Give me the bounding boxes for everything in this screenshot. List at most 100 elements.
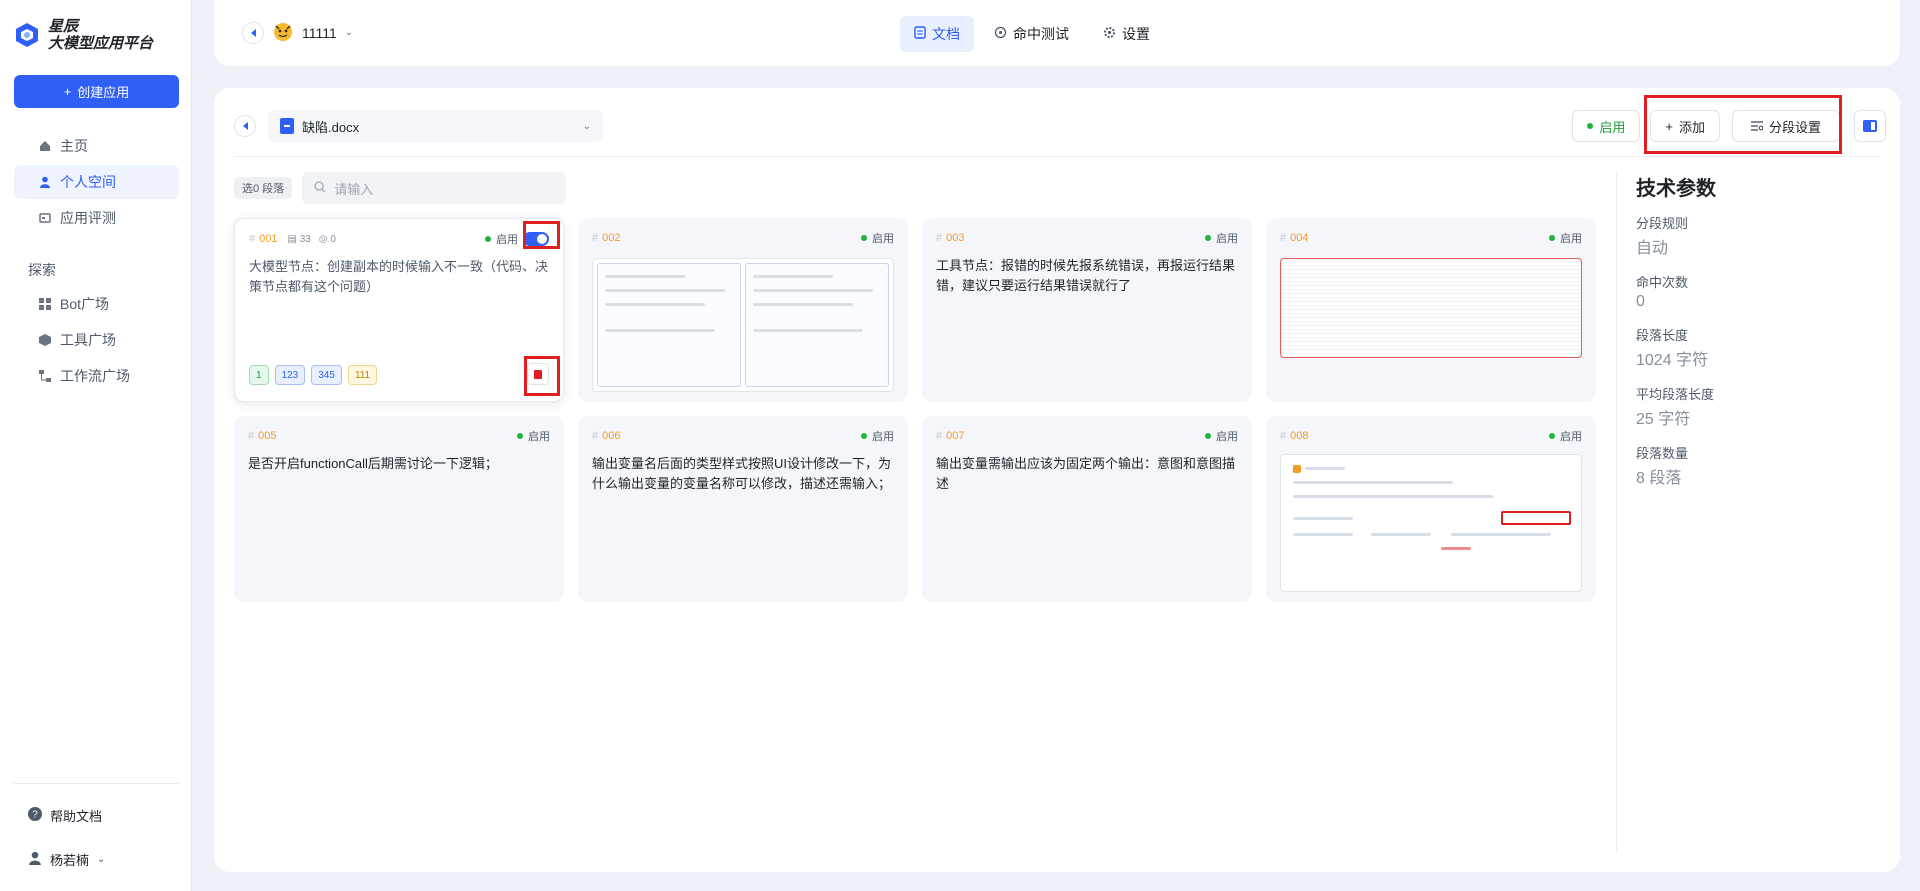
header: 11111 ⌄ 文档 命中测试 设置: [214, 0, 1900, 66]
param-label: 分段规则: [1636, 216, 1689, 231]
highlight-box: [524, 356, 560, 396]
create-app-button[interactable]: + 创建应用: [14, 75, 179, 108]
back-button[interactable]: [242, 21, 264, 44]
tab-settings[interactable]: 设置: [1089, 16, 1164, 52]
hash-icon: #: [936, 430, 943, 442]
keyword-tag: 111: [347, 365, 378, 385]
segment-id: 007: [946, 430, 965, 442]
segment-id: 001: [259, 233, 278, 245]
status-dot: [861, 433, 867, 439]
segment-card[interactable]: # 006 启用 输出变量名后面的类型样式按照UI设计修改一下，为什么输出变量的…: [578, 416, 908, 602]
status-dot: [1549, 433, 1555, 439]
sidebar-divider: [14, 783, 179, 784]
param-value: 8 段落: [1636, 470, 1682, 487]
segment-card[interactable]: # 001 ▤ 33 ◎ 0 启用 大模型节点：创建副本的时候输入不一致（代码、…: [234, 218, 564, 402]
status-dot: [1587, 123, 1594, 129]
hash-icon: #: [1280, 232, 1287, 244]
param-label: 段落长度: [1636, 328, 1689, 343]
status-dot: [1205, 235, 1211, 241]
segment-card[interactable]: # 008 启用: [1266, 416, 1596, 602]
segment-image: [1280, 258, 1582, 358]
search-input[interactable]: 请输入: [302, 172, 567, 204]
hit-count-value: 0: [330, 233, 336, 245]
document-icon: [914, 26, 926, 42]
evaluate-icon: [38, 211, 52, 225]
sidebar-item-workflow-square[interactable]: 工作流广场: [14, 359, 179, 393]
back-button[interactable]: [234, 115, 256, 137]
gear-icon: [1103, 26, 1116, 42]
sidebar-item-label: Bot广场: [60, 296, 110, 312]
param-value: 0: [1636, 293, 1645, 310]
brand-line1: 星辰: [48, 18, 79, 35]
segment-card[interactable]: # 007 启用 输出变量需输出应该为固定两个输出：意图和意图描述: [922, 416, 1252, 602]
plus-icon: +: [63, 84, 72, 99]
panel-toggle-button[interactable]: [1854, 110, 1886, 142]
enable-button[interactable]: 启用: [1572, 110, 1641, 142]
selected-count-badge: 选0 段落: [234, 177, 293, 199]
doc-icon: ▤: [287, 233, 297, 245]
keyword-tag: 1: [249, 365, 269, 385]
brand-line2: 大模型应用平台: [48, 35, 154, 52]
segment-text: 输出变量需输出应该为固定两个输出：意图和意图描述: [936, 456, 1236, 491]
status-dot: [485, 236, 491, 242]
help-label: 帮助文档: [50, 809, 103, 824]
hash-icon: #: [592, 430, 599, 442]
tab-label: 设置: [1122, 26, 1150, 42]
segment-id: 004: [1290, 232, 1309, 244]
back-icon: [250, 28, 256, 37]
hash-icon: #: [936, 232, 943, 244]
enable-label: 启用: [1599, 119, 1626, 135]
keyword-tag: 345: [311, 365, 342, 385]
create-app-label: 创建应用: [77, 85, 130, 100]
segment-card[interactable]: # 004 启用: [1266, 218, 1596, 402]
segment-id: 006: [602, 430, 621, 442]
app-name: 11111: [302, 24, 337, 41]
search-icon: [314, 180, 326, 196]
sidebar-item-label: 工具广场: [60, 332, 116, 348]
keyword-tag: 123: [274, 365, 306, 385]
status-dot: [1549, 235, 1555, 241]
param-value: 1024 字符: [1636, 352, 1709, 369]
sidebar-item-label: 工作流广场: [60, 368, 130, 384]
segment-id: 002: [602, 232, 621, 244]
segment-text: 输出变量名后面的类型样式按照UI设计修改一下，为什么输出变量的变量名称可以修改，…: [592, 456, 892, 491]
sidebar-item-bot-square[interactable]: Bot广场: [14, 287, 179, 321]
logo[interactable]: 星辰 大模型应用平台: [14, 18, 153, 52]
segment-id: 008: [1290, 430, 1309, 442]
segment-id: 005: [258, 430, 277, 442]
tab-documents[interactable]: 文档: [900, 16, 974, 52]
file-name: 缺陷.docx: [302, 119, 360, 135]
sidebar-item-tool-square[interactable]: 工具广场: [14, 323, 179, 357]
hash-icon: #: [592, 232, 599, 244]
segment-grid: # 001 ▤ 33 ◎ 0 启用 大模型节点：创建副本的时候输入不一致（代码、…: [234, 218, 1596, 602]
segment-image: [592, 258, 894, 392]
param-value: 自动: [1636, 240, 1669, 257]
sidebar-item-label: 主页: [60, 138, 88, 154]
tab-label: 命中测试: [1013, 26, 1069, 42]
sidebar-item-evaluate[interactable]: 应用评测: [14, 201, 179, 235]
status-label: 启用: [872, 431, 894, 443]
user-name: 杨若楠: [50, 853, 90, 868]
target-icon: ◎: [318, 233, 328, 245]
status-label: 启用: [872, 233, 894, 245]
param-value: 25 字符: [1636, 411, 1691, 428]
segment-card[interactable]: # 003 启用 工具节点：报错的时候先报系统错误，再报运行结果错，建议只要运行…: [922, 218, 1252, 402]
help-icon: ?: [28, 807, 42, 824]
status-dot: [517, 433, 523, 439]
svg-text:?: ?: [32, 810, 38, 821]
segment-text: 是否开启functionCall后期需讨论一下逻辑；: [248, 456, 498, 471]
sidebar-item-personal-space[interactable]: 个人空间: [14, 165, 179, 199]
segment-text: 工具节点：报错的时候先报系统错误，再报运行结果错，建议只要运行结果错误就行了: [936, 258, 1236, 293]
back-icon: [242, 122, 248, 130]
segment-card[interactable]: # 005 启用 是否开启functionCall后期需讨论一下逻辑；: [234, 416, 564, 602]
word-count-value: 33: [299, 233, 311, 245]
chevron-down-icon[interactable]: ⌄: [345, 27, 353, 38]
segment-card[interactable]: # 002 启用: [578, 218, 908, 402]
user-menu[interactable]: 杨若楠 ⌄: [28, 850, 105, 869]
help-docs-link[interactable]: ? 帮助文档: [28, 806, 102, 825]
file-select[interactable]: 缺陷.docx ⌄: [268, 110, 603, 142]
sidebar-item-home[interactable]: 主页: [14, 129, 179, 163]
status-label: 启用: [528, 431, 550, 443]
segment-id: 003: [946, 232, 965, 244]
tab-hit-test[interactable]: 命中测试: [980, 16, 1083, 52]
